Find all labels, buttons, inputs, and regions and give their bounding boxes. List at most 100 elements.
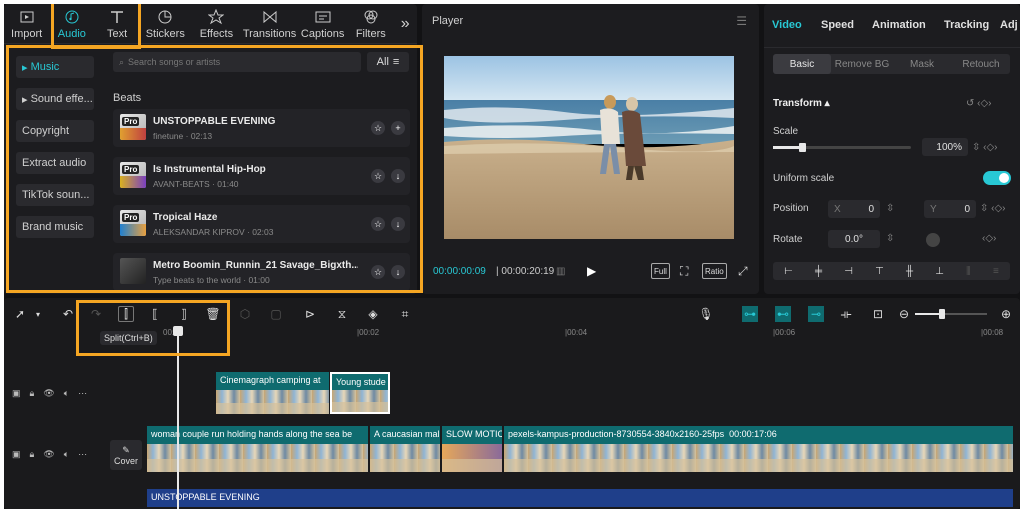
favorite-icon[interactable]: ☆ xyxy=(371,217,385,231)
align-center-h-icon[interactable]: ╪ xyxy=(815,266,822,277)
scale-slider-handle[interactable] xyxy=(799,143,806,152)
zoom-fit-icon[interactable]: ⊡ xyxy=(870,306,886,322)
tab-filters[interactable]: Filters xyxy=(348,4,393,44)
rotate-icon[interactable]: ◈ xyxy=(365,306,381,322)
track-item[interactable]: Pro Tropical Haze ALEKSANDAR KIPROV · 02… xyxy=(113,205,410,243)
category-tiktok-sounds[interactable]: TikTok soun... xyxy=(16,184,94,206)
fit-icon[interactable]: ⛶ xyxy=(678,263,690,279)
add-icon[interactable]: + xyxy=(391,121,405,135)
rotate-field[interactable]: 0.0° xyxy=(828,230,880,248)
lock-icon[interactable]: 🔒︎ xyxy=(30,449,35,460)
search-input[interactable]: ⌕ Search songs or artists xyxy=(113,52,361,72)
rotate-keyframe-icon[interactable]: ‹◇› xyxy=(982,233,996,244)
overlay-clip-selected[interactable]: Young stude xyxy=(330,372,390,390)
preview-axis-icon[interactable]: ⟛ xyxy=(838,306,854,322)
mirror-icon[interactable]: ⧖ xyxy=(334,306,350,322)
lock-icon[interactable]: 🔒︎ xyxy=(30,388,35,399)
auto-snapping-icon[interactable]: ⊷ xyxy=(775,306,791,322)
tab-speed[interactable]: Speed xyxy=(821,19,854,31)
tab-audio[interactable]: Audio xyxy=(49,4,94,44)
align-top-icon[interactable]: ⊤ xyxy=(875,266,884,277)
track-item[interactable]: Pro UNSTOPPABLE EVENING finetune · 02:13… xyxy=(113,109,410,147)
favorite-icon[interactable]: ☆ xyxy=(371,169,385,183)
rotate-dial[interactable] xyxy=(926,233,940,247)
align-right-icon[interactable]: ⊣ xyxy=(844,266,853,277)
scale-slider[interactable] xyxy=(773,143,911,152)
align-left-icon[interactable]: ⊢ xyxy=(784,266,793,277)
audio-clip[interactable]: UNSTOPPABLE EVENING xyxy=(147,489,1013,507)
scale-value[interactable]: 100% xyxy=(922,138,968,156)
tab-import[interactable]: Import xyxy=(4,4,49,44)
y-stepper-icon[interactable]: ⇳ ‹◇› xyxy=(980,203,1006,214)
tab-adjust[interactable]: Adj xyxy=(1000,19,1018,31)
crop-icon[interactable]: ⌗ xyxy=(397,306,413,322)
favorite-icon[interactable]: ☆ xyxy=(371,121,385,135)
main-clip[interactable]: A caucasian mal xyxy=(370,426,440,444)
subtab-remove-bg[interactable]: Remove BG xyxy=(833,54,891,74)
subtab-mask[interactable]: Mask xyxy=(893,54,951,74)
microphone-icon[interactable]: 🎙 xyxy=(698,306,714,322)
distribute-h-icon[interactable]: ⫼ xyxy=(966,266,971,277)
category-extract-audio[interactable]: Extract audio xyxy=(16,152,94,174)
zoom-slider-handle[interactable] xyxy=(939,309,945,319)
more-icon[interactable]: ⋯ xyxy=(78,388,87,399)
position-x-field[interactable]: X0 xyxy=(828,200,880,218)
chevron-down-icon[interactable]: ▾ xyxy=(30,306,46,322)
speaker-icon[interactable]: 🔈︎ xyxy=(64,449,69,460)
rotate-stepper-icon[interactable]: ⇳ xyxy=(886,233,894,244)
redo-icon[interactable]: ↷ xyxy=(88,306,104,322)
split-left-icon[interactable]: ⟦ xyxy=(147,306,163,322)
shield-icon[interactable]: ⬡ xyxy=(237,306,253,322)
tab-animation[interactable]: Animation xyxy=(872,19,926,31)
category-sound-effects[interactable]: ▸ Sound effe... xyxy=(16,88,94,110)
category-brand-music[interactable]: Brand music xyxy=(16,216,94,238)
zoom-in-icon[interactable]: ⊕ xyxy=(998,306,1014,322)
category-copyright[interactable]: Copyright xyxy=(16,120,94,142)
eye-icon[interactable]: 👁︎ xyxy=(43,388,54,399)
linkage-icon[interactable]: ⊸ xyxy=(808,306,824,322)
distribute-v-icon[interactable]: ≡ xyxy=(993,266,999,277)
fullscreen-icon[interactable]: ⤢ xyxy=(736,263,750,279)
delete-icon[interactable]: 🗑 xyxy=(205,306,221,322)
speaker-icon[interactable]: 🔈︎ xyxy=(64,388,69,399)
main-clip[interactable]: woman couple run holding hands along the… xyxy=(147,426,368,444)
reset-icon[interactable]: ↺ ‹◇› xyxy=(966,98,992,109)
eye-icon[interactable]: 👁︎ xyxy=(43,449,54,460)
tab-video[interactable]: Video xyxy=(772,19,802,31)
align-center-v-icon[interactable]: ╫ xyxy=(906,266,913,277)
playhead[interactable] xyxy=(173,326,183,509)
track-item[interactable]: Pro Is Instrumental Hip-Hop AVANT-BEATS … xyxy=(113,157,410,195)
zoom-slider[interactable] xyxy=(915,309,987,319)
align-bottom-icon[interactable]: ⊥ xyxy=(935,266,944,277)
tab-captions[interactable]: Captions xyxy=(297,4,348,44)
split-right-icon[interactable]: ⟧ xyxy=(176,306,192,322)
subtab-retouch[interactable]: Retouch xyxy=(952,54,1010,74)
download-icon[interactable]: ↓ xyxy=(391,169,405,183)
select-tool-icon[interactable]: ➚ xyxy=(12,306,28,322)
stepper-icon[interactable]: ⇳ ‹◇› xyxy=(972,142,998,153)
filter-button[interactable]: All ≡ xyxy=(367,52,409,72)
x-stepper-icon[interactable]: ⇳ xyxy=(886,203,894,214)
play-button[interactable]: ▶ xyxy=(587,264,596,278)
tab-text[interactable]: Text xyxy=(94,4,139,44)
undo-icon[interactable]: ↶ xyxy=(60,306,76,322)
tab-effects[interactable]: Effects xyxy=(191,4,242,44)
download-icon[interactable]: ↓ xyxy=(391,217,405,231)
video-preview[interactable] xyxy=(444,56,734,239)
zoom-out-icon[interactable]: ⊖ xyxy=(896,306,912,322)
overlay-clip[interactable]: Cinemagraph camping at xyxy=(216,372,329,390)
freeze-icon[interactable]: ▢ xyxy=(268,306,284,322)
tab-stickers[interactable]: Stickers xyxy=(140,4,191,44)
main-clip[interactable]: SLOW MOTIC xyxy=(442,426,502,444)
more-tabs-button[interactable]: » xyxy=(393,4,417,44)
tab-tracking[interactable]: Tracking xyxy=(944,19,989,31)
position-y-field[interactable]: Y0 xyxy=(924,200,976,218)
full-button[interactable]: Full xyxy=(651,263,670,279)
cover-button[interactable]: ✎ Cover xyxy=(110,440,142,470)
subtab-basic[interactable]: Basic xyxy=(773,54,831,74)
uniform-scale-toggle[interactable] xyxy=(983,171,1011,185)
ratio-button[interactable]: Ratio xyxy=(702,263,727,279)
split-icon[interactable]: ⫿ xyxy=(118,306,134,322)
main-clip[interactable]: pexels-kampus-production-8730554-3840x21… xyxy=(504,426,1013,444)
download-icon[interactable]: ↓ xyxy=(391,265,405,279)
